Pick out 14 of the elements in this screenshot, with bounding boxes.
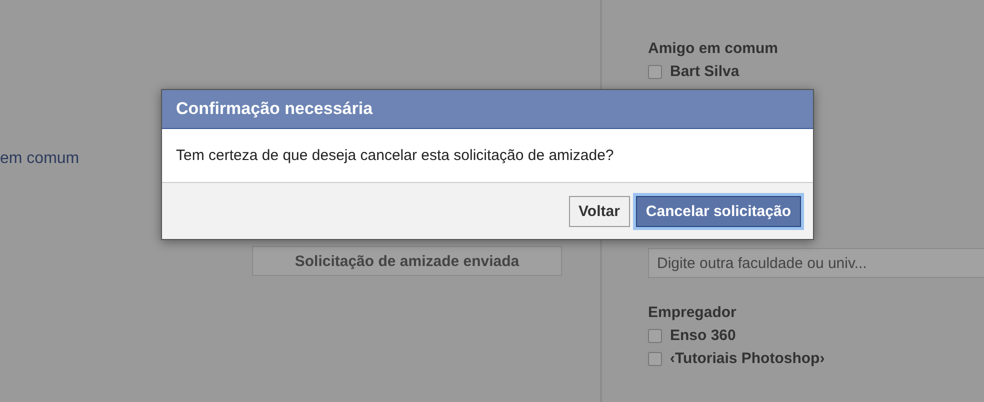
- checkbox-label: Bart Silva: [670, 63, 740, 80]
- back-button[interactable]: Voltar: [568, 196, 630, 227]
- link-text[interactable]: em comum: [0, 150, 80, 168]
- checkbox-label: ‹Tutoriais Photoshop›: [670, 350, 825, 367]
- section-heading: Empregador: [648, 304, 738, 321]
- confirm-button[interactable]: Cancelar solicitação: [636, 196, 801, 227]
- checkbox[interactable]: [648, 64, 662, 78]
- school-field[interactable]: Digite outra faculdade ou univ...: [648, 248, 984, 278]
- section-heading: Amigo em comum: [648, 40, 780, 57]
- checkbox-label: Enso 360: [670, 327, 736, 344]
- request-sent-button[interactable]: Solicitação de amizade enviada: [252, 246, 562, 276]
- dialog-title: Confirmação necessária: [162, 90, 813, 129]
- checkbox[interactable]: [648, 352, 662, 366]
- checkbox[interactable]: [648, 328, 662, 342]
